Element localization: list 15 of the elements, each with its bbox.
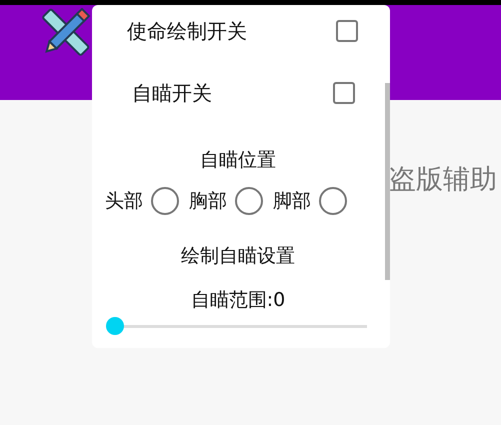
slider-thumb[interactable] bbox=[106, 317, 124, 335]
switch-label: 使命绘制开关 bbox=[127, 18, 247, 44]
range-label: 自瞄范围:0 bbox=[190, 288, 286, 312]
radio-label: 胸部 bbox=[189, 189, 227, 213]
radio-label: 脚部 bbox=[273, 189, 311, 213]
app-title: 盗版辅助 bbox=[389, 164, 497, 196]
section-title: 自瞄位置 bbox=[199, 148, 277, 172]
switch-label: 自瞄开关 bbox=[132, 80, 212, 106]
checkbox[interactable] bbox=[333, 82, 355, 104]
radio-label: 头部 bbox=[105, 189, 143, 213]
section-title: 绘制自瞄设置 bbox=[180, 244, 296, 268]
radio-button[interactable] bbox=[151, 187, 179, 215]
radio-button[interactable] bbox=[235, 187, 263, 215]
radio-button[interactable] bbox=[319, 187, 347, 215]
checkbox[interactable] bbox=[336, 20, 358, 42]
